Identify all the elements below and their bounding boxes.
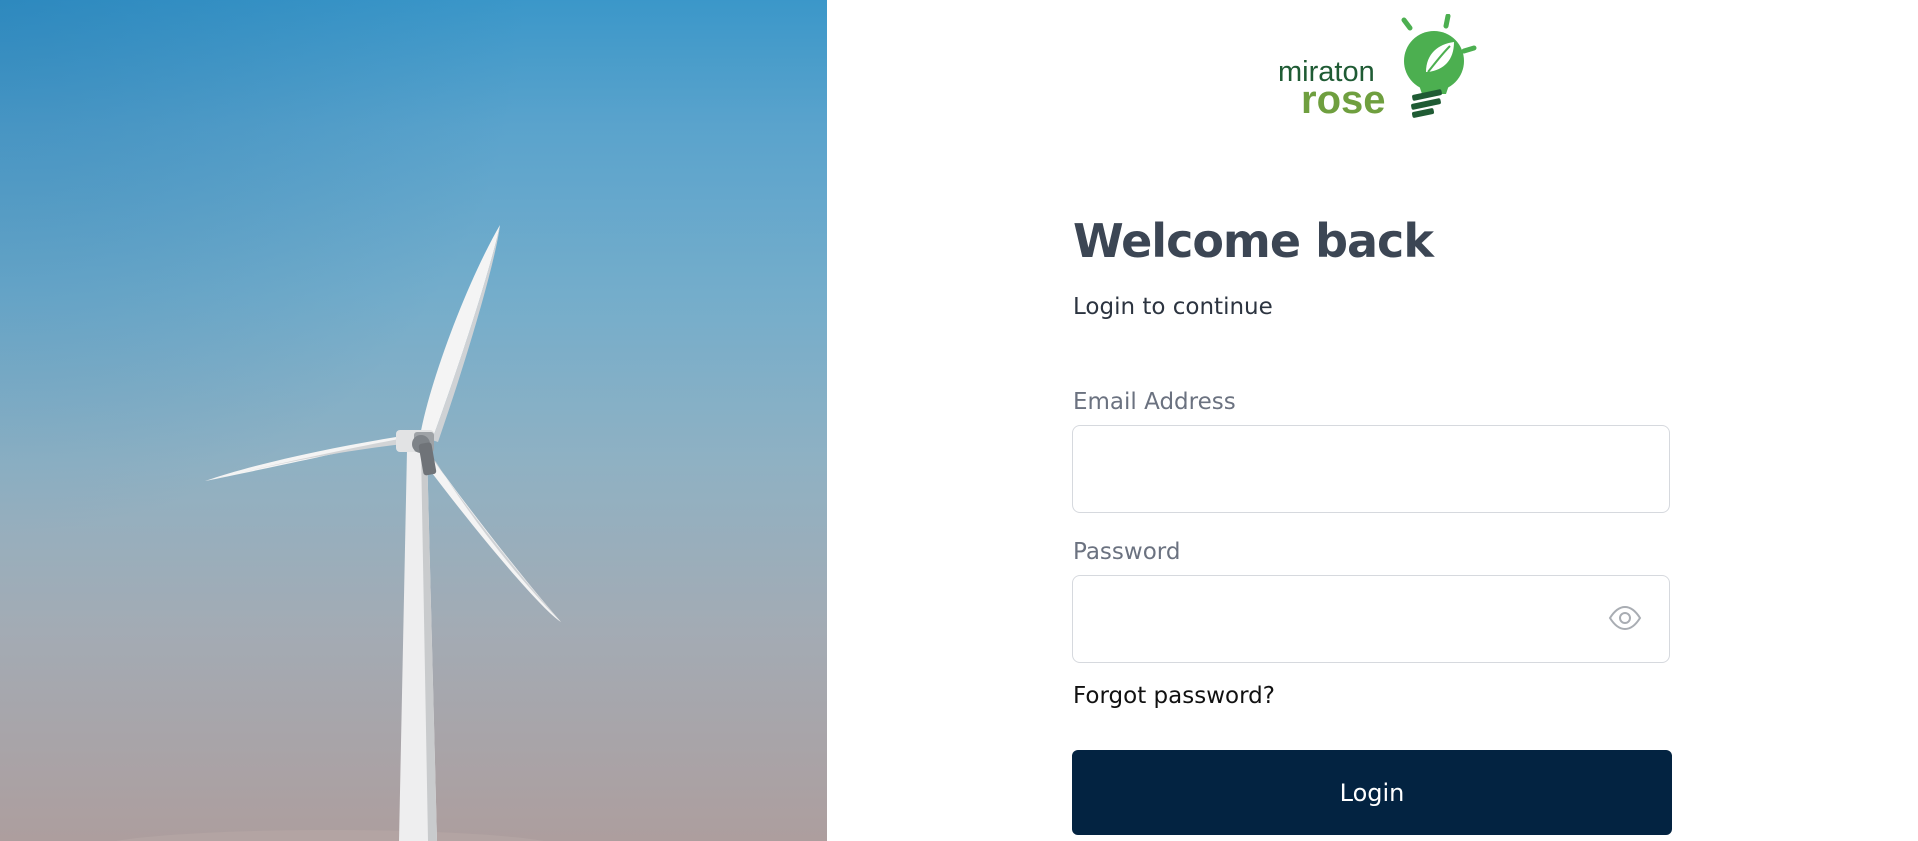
eye-icon[interactable] xyxy=(1608,604,1642,632)
page-subtitle: Login to continue xyxy=(1073,294,1273,320)
password-field[interactable] xyxy=(1072,575,1670,663)
login-panel xyxy=(827,0,1918,841)
email-label: Email Address xyxy=(1073,389,1236,415)
brand-name-line-2: rose xyxy=(1301,78,1386,122)
page-title: Welcome back xyxy=(1073,214,1434,268)
password-label: Password xyxy=(1073,539,1181,565)
login-page: miraton rose Welcome back Login to conti… xyxy=(0,0,1918,841)
forgot-password-link[interactable]: Forgot password? xyxy=(1073,683,1275,709)
hero-image xyxy=(0,0,827,841)
email-field[interactable] xyxy=(1072,425,1670,513)
login-button[interactable]: Login xyxy=(1072,750,1672,835)
wind-turbine-illustration xyxy=(115,225,561,841)
